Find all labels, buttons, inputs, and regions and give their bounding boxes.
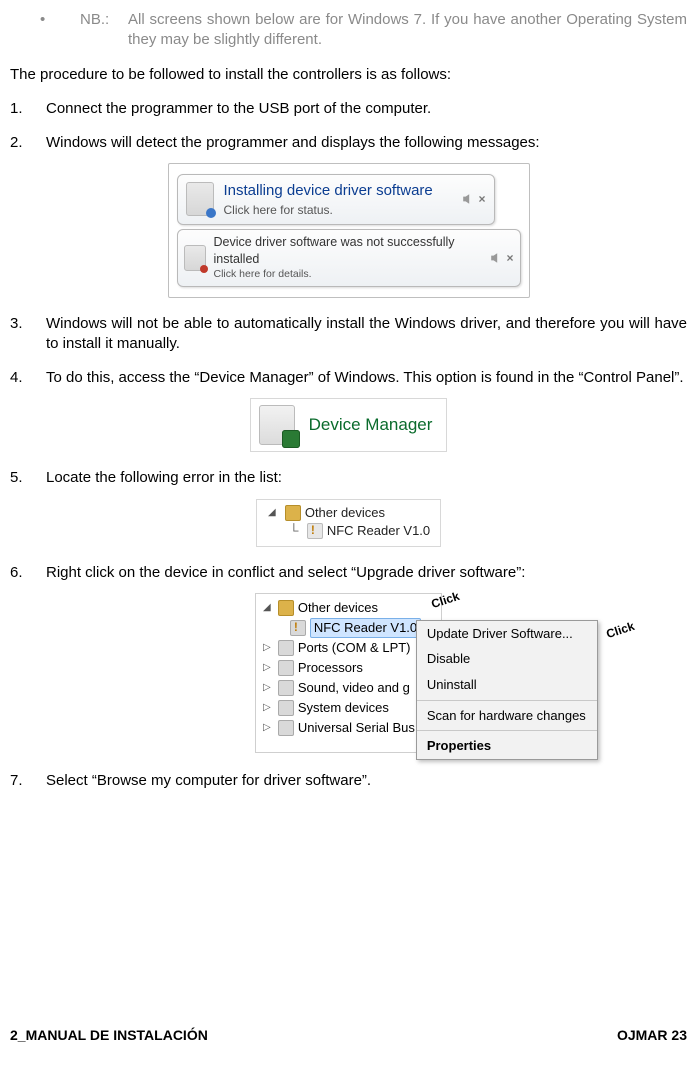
menu-update-driver[interactable]: Update Driver Software... <box>417 621 597 647</box>
warning-icon <box>307 523 323 539</box>
step-1: Connect the programmer to the USB port o… <box>46 99 687 119</box>
footer-right: OJMAR 23 <box>617 1026 687 1045</box>
usb-icon <box>278 720 294 736</box>
figure-balloons: Installing device driver software Click … <box>10 163 687 297</box>
sound-icon <box>278 680 294 696</box>
tree-arrow-icon: ◢ <box>263 506 281 520</box>
step-number-2: 2. <box>10 133 46 153</box>
balloon2-tray: × <box>490 250 513 266</box>
context-menu: Update Driver Software... Disable Uninst… <box>416 620 598 760</box>
balloon-failed: Device driver software was not successfu… <box>177 229 521 287</box>
device-icon <box>184 245 206 271</box>
tree-usb: Universal Serial Bus <box>298 719 415 737</box>
tree-ports: Ports (COM & LPT) <box>298 639 411 657</box>
tree-other-devices: Other devices <box>305 504 385 522</box>
click-label-1: Click <box>429 588 461 612</box>
tree-arrow-icon: ◢ <box>260 601 274 615</box>
tree-arrow-icon: ▷ <box>260 721 274 735</box>
step-number-3: 3. <box>10 314 46 355</box>
step-3: Windows will not be able to automaticall… <box>46 314 687 355</box>
figure-device-manager: Device Manager <box>10 398 687 452</box>
device-icon <box>186 182 214 216</box>
footer-left: 2_MANUAL DE INSTALACIÓN <box>10 1026 208 1045</box>
note-text: All screens shown below are for Windows … <box>128 10 687 51</box>
speaker-icon <box>462 193 474 205</box>
tree-other: Other devices <box>298 599 378 617</box>
menu-separator <box>417 730 597 731</box>
balloon2-sub: Click here for details. <box>214 267 483 281</box>
step-number-7: 7. <box>10 771 46 791</box>
tree-arrow-icon: ▷ <box>260 661 274 675</box>
balloon1-title: Installing device driver software <box>224 181 455 201</box>
device-manager-icon <box>259 405 295 445</box>
step-6: Right click on the device in conflict an… <box>46 563 687 583</box>
other-devices-icon <box>278 600 294 616</box>
other-devices-icon <box>285 505 301 521</box>
intro-text: The procedure to be followed to install … <box>10 65 687 85</box>
warning-icon <box>290 620 306 636</box>
step-number-6: 6. <box>10 563 46 583</box>
step-5: Locate the following error in the list: <box>46 468 687 488</box>
figure-context-menu: Click Click ◢Other devices NFC Reader V1… <box>10 593 687 753</box>
close-icon: × <box>506 250 513 266</box>
step-number-1: 1. <box>10 99 46 119</box>
note-label: NB.: <box>80 10 128 51</box>
menu-uninstall[interactable]: Uninstall <box>417 672 597 698</box>
note: • NB.: All screens shown below are for W… <box>10 10 687 51</box>
balloon1-tray: × <box>462 191 485 207</box>
menu-separator <box>417 700 597 701</box>
device-manager-label: Device Manager <box>309 414 433 437</box>
tree-sound: Sound, video and g <box>298 679 410 697</box>
speaker-icon <box>490 252 502 264</box>
figure-mini-tree: ◢ Other devices └ NFC Reader V1.0 <box>10 499 687 547</box>
close-icon: × <box>478 191 485 207</box>
tree-arrow-icon: ▷ <box>260 701 274 715</box>
menu-disable[interactable]: Disable <box>417 646 597 672</box>
click-label-2: Click <box>604 618 636 642</box>
note-bullet: • <box>10 10 80 51</box>
tree-processors: Processors <box>298 659 363 677</box>
processors-icon <box>278 660 294 676</box>
balloon-installing: Installing device driver software Click … <box>177 174 495 224</box>
step-number-5: 5. <box>10 468 46 488</box>
tree-nfc-reader: NFC Reader V1.0 <box>327 522 430 540</box>
tree-arrow-icon: ▷ <box>260 641 274 655</box>
step-2: Windows will detect the programmer and d… <box>46 133 687 153</box>
step-7: Select “Browse my computer for driver so… <box>46 771 687 791</box>
tree-system: System devices <box>298 699 389 717</box>
balloon1-sub: Click here for status. <box>224 202 455 218</box>
tree-nfc-selected[interactable]: NFC Reader V1.0 <box>310 618 421 638</box>
step-number-4: 4. <box>10 368 46 388</box>
system-icon <box>278 700 294 716</box>
tree-arrow-icon: ▷ <box>260 681 274 695</box>
step-4: To do this, access the “Device Manager” … <box>46 368 687 388</box>
menu-scan[interactable]: Scan for hardware changes <box>417 703 597 729</box>
balloon2-title: Device driver software was not successfu… <box>214 234 483 268</box>
menu-properties[interactable]: Properties <box>417 733 597 759</box>
ports-icon <box>278 640 294 656</box>
